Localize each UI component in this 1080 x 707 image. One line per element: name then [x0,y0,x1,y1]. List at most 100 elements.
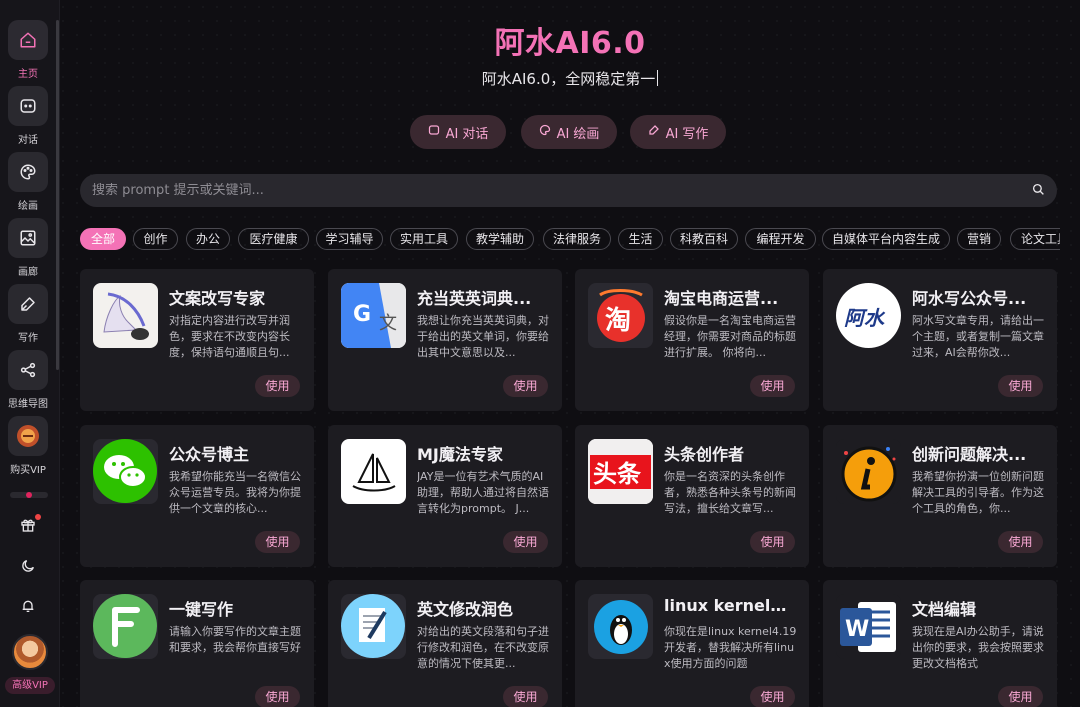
card-title: linux kernel4... [664,596,796,615]
pen-icon [8,284,48,324]
card-description: 我希望你能充当一名微信公众号运营专员。我将为你提供一个文章的核心... [169,470,301,515]
use-button[interactable]: 使用 [998,686,1043,707]
search-input[interactable] [92,183,1032,198]
chat-icon [8,86,48,126]
svg-text:文: 文 [379,313,397,334]
tag-teaching[interactable]: 教学辅助 [466,228,534,250]
tag-life[interactable]: 生活 [618,228,663,250]
tag-programming[interactable]: 编程开发 [745,228,816,250]
prompt-card[interactable]: 一键写作 请输入你要写作的文章主题和要求，我会帮你直接写好 使用 [80,580,314,707]
tag-self-media[interactable]: 自媒体平台内容生成 [822,228,950,250]
ai-write-button[interactable]: AI 写作 [630,115,726,149]
use-button[interactable]: 使用 [503,686,548,707]
tag-study[interactable]: 学习辅导 [316,228,383,250]
tag-marketing[interactable]: 营销 [957,228,1001,250]
page-title: 阿水AI6.0 [494,26,646,61]
card-description: 请输入你要写作的文章主题和要求，我会帮你直接写好 [169,625,301,654]
tag-all[interactable]: 全部 [80,228,126,250]
vip-badge[interactable]: 高级VIP [5,677,55,694]
ashui-logo-icon: 阿水 [836,283,901,348]
use-button[interactable]: 使用 [503,375,548,397]
gallery-icon [8,218,48,258]
tag-medical[interactable]: 医疗健康 [238,228,309,250]
card-title: 一键写作 [169,600,234,619]
prompt-card[interactable]: linux kernel4... 你现在是linux kernel4.19 开发… [575,580,809,707]
ai-write-label: AI 写作 [665,126,709,142]
sidebar-item-label: 对话 [18,135,38,146]
prompt-card[interactable]: W 文档编辑 我现在是AI办公助手，请说出你的要求，我会按照要求更改文档格式 使… [823,580,1057,707]
use-button[interactable]: 使用 [255,531,300,553]
prompt-card[interactable]: 创新问题解决... 我希望你扮演一位创新问题解决工具的引导者。作为这个工具的角色… [823,425,1057,567]
mindmap-icon [8,350,48,390]
ai-chat-label: AI 对话 [445,126,489,142]
tag-creation[interactable]: 创作 [133,228,178,250]
toutiao-icon: 头条 [588,439,653,504]
prompt-card[interactable]: G文 充当英英词典... 我想让你充当英英词典，对于给出的英文单词，你要给出其中… [328,269,562,411]
sidebar-divider [10,492,48,498]
card-title: 充当英英词典... [417,289,532,308]
moon-icon [20,558,36,578]
card-title: 头条创作者 [664,445,745,464]
svg-text:G: G [353,302,371,327]
use-button[interactable]: 使用 [255,686,300,707]
use-button[interactable]: 使用 [998,531,1043,553]
sidebar-item-write[interactable]: 写作 [0,284,56,344]
feather-icon [93,594,158,659]
category-tags: 全部 创作 办公 医疗健康 学习辅导 实用工具 教学辅助 法律服务 生活 科教百… [80,228,1060,250]
search-bar [80,174,1057,207]
use-button[interactable]: 使用 [750,531,795,553]
card-title: 文案改写专家 [169,289,266,308]
sidebar-item-label: 画廊 [18,267,38,278]
svg-text:淘: 淘 [605,306,631,336]
card-title: MJ魔法专家 [417,445,503,464]
sidebar-scrollbar[interactable] [56,20,59,370]
svg-text:头条: 头条 [593,460,642,488]
palette-icon [539,124,551,140]
use-button[interactable]: 使用 [750,375,795,397]
avatar[interactable] [12,634,48,670]
card-title: 英文修改润色 [417,600,514,619]
tag-encyclopedia[interactable]: 科教百科 [670,228,738,250]
card-description: 对给出的英文段落和句子进行修改和润色，在不改变原意的情况下使其更... [417,625,549,670]
search-icon[interactable] [1032,181,1045,200]
tag-legal[interactable]: 法律服务 [543,228,611,250]
card-title: 文档编辑 [912,600,977,619]
subtitle-text: 阿水AI6.0，全网稳定第一 [481,70,656,88]
prompt-card[interactable]: 文案改写专家 对指定内容进行改写并润色，要求在不改变内容长度，保持语句通顺且句.… [80,269,314,411]
sidebar-item-mindmap[interactable]: 思维导图 [0,350,56,410]
gift-button[interactable] [0,514,56,537]
notifications-button[interactable] [0,598,56,618]
prompt-card[interactable]: 淘 淘宝电商运营... 假设你是一名淘宝电商运营经理，你需要对商品的标题进行扩展… [575,269,809,411]
tag-tools[interactable]: 实用工具 [390,228,458,250]
linux-penguin-icon [588,594,653,659]
sidebar-item-buy-vip[interactable]: 购买VIP [0,416,56,476]
card-title: 淘宝电商运营... [664,289,779,308]
ai-draw-button[interactable]: AI 绘画 [521,115,617,149]
notification-dot [35,514,41,520]
prompt-card[interactable]: 阿水 阿水写公众号... 阿水写文章专用，请给出一个主题，或者复制一篇文章过来，… [823,269,1057,411]
use-button[interactable]: 使用 [255,375,300,397]
sidebar-item-draw[interactable]: 绘画 [0,152,56,212]
typing-caret [657,70,659,86]
ai-draw-label: AI 绘画 [556,126,600,142]
taobao-icon: 淘 [588,283,653,348]
prompt-card[interactable]: MJ魔法专家 JAY是一位有艺术气质的AI助理，帮助人通过将自然语言转化为pro… [328,425,562,567]
ai-chat-button[interactable]: AI 对话 [410,115,506,149]
sidebar-item-home[interactable]: 主页 [0,20,56,80]
sidebar-item-chat[interactable]: 对话 [0,86,56,146]
wechat-icon [93,439,158,504]
sidebar-item-gallery[interactable]: 画廊 [0,218,56,278]
dark-mode-toggle[interactable] [0,558,56,578]
tag-office[interactable]: 办公 [186,228,230,250]
prompt-card[interactable]: 公众号博主 我希望你能充当一名微信公众号运营专员。我将为你提供一个文章的核心..… [80,425,314,567]
home-icon [8,20,48,60]
prompt-card[interactable]: 英文修改润色 对给出的英文段落和句子进行修改和润色，在不改变原意的情况下使其更.… [328,580,562,707]
use-button[interactable]: 使用 [503,531,548,553]
card-description: 你是一名资深的头条创作者，熟悉各种头条号的新闻写法，擅长给文章写... [664,470,796,515]
card-title: 阿水写公众号... [912,289,1027,308]
prompt-card[interactable]: 头条 头条创作者 你是一名资深的头条创作者，熟悉各种头条号的新闻写法，擅长给文章… [575,425,809,567]
use-button[interactable]: 使用 [750,686,795,707]
tag-paper-tools[interactable]: 论文工具 [1010,228,1060,250]
use-button[interactable]: 使用 [998,375,1043,397]
info-icon [836,439,901,504]
